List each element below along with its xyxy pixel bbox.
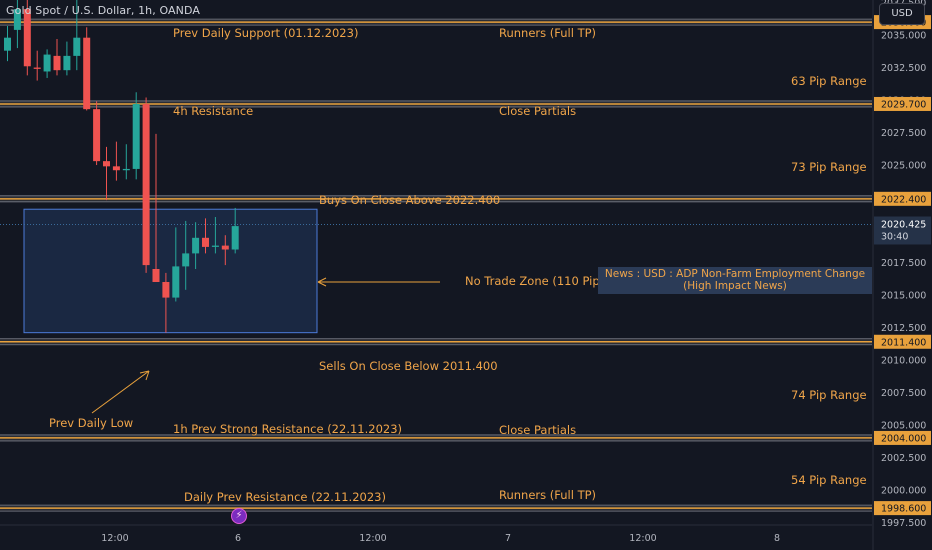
- symbol-title[interactable]: Gold Spot / U.S. Dollar, 1h, OANDA: [6, 4, 200, 17]
- annotation-resistance-4h[interactable]: 4h Resistance: [173, 104, 253, 118]
- candle[interactable]: [172, 266, 180, 298]
- candle[interactable]: [63, 55, 71, 71]
- level-price-tag-text: 2004.000: [881, 433, 926, 444]
- candle[interactable]: [4, 37, 11, 51]
- candle[interactable]: [192, 237, 200, 254]
- candle[interactable]: [182, 253, 190, 267]
- annotation-prev-daily-low[interactable]: Prev Daily Low: [49, 416, 133, 430]
- time-tick-label: 8: [774, 533, 780, 544]
- candle[interactable]: [231, 226, 239, 250]
- price-tick-label: 2015.000: [881, 290, 926, 301]
- candle[interactable]: [152, 268, 160, 282]
- price-tick-label: 2005.000: [881, 420, 926, 431]
- price-tick-label: 2032.500: [881, 63, 926, 74]
- time-tick-label: 12:00: [629, 533, 656, 544]
- price-tick-label: 2027.500: [881, 128, 926, 139]
- news-line-1: News : USD : ADP Non-Farm Employment Cha…: [604, 268, 866, 280]
- price-tick-label: 2002.500: [881, 453, 926, 464]
- time-tick-label: 12:00: [359, 533, 386, 544]
- time-tick-label: 7: [505, 533, 511, 544]
- time-tick-label: 12:00: [101, 533, 128, 544]
- annotation-close-partials-bottom[interactable]: Close Partials: [499, 423, 576, 437]
- candle[interactable]: [202, 237, 209, 247]
- price-tick-label: 2010.000: [881, 355, 926, 366]
- candle[interactable]: [33, 67, 41, 69]
- candle[interactable]: [83, 37, 91, 110]
- candle[interactable]: [122, 168, 130, 171]
- level-price-tag-text: 2022.400: [881, 194, 926, 205]
- annotation-sells-below[interactable]: Sells On Close Below 2011.400: [319, 359, 498, 373]
- price-tick-label: 1997.500: [881, 518, 926, 529]
- price-tick-label: 2007.500: [881, 388, 926, 399]
- annotation-range-73[interactable]: 73 Pip Range: [791, 160, 867, 174]
- candle[interactable]: [112, 166, 120, 171]
- candle[interactable]: [221, 245, 229, 250]
- annotation-runners-bottom[interactable]: Runners (Full TP): [499, 488, 596, 502]
- annotation-buys-above[interactable]: Buys On Close Above 2022.400: [319, 193, 500, 207]
- time-tick-label: 6: [235, 533, 241, 544]
- price-tick-label: 2035.000: [881, 31, 926, 42]
- annotation-no-trade-zone[interactable]: No Trade Zone (110 Pips): [465, 274, 610, 288]
- annotation-daily-prev-resistance[interactable]: Daily Prev Resistance (22.11.2023): [184, 490, 386, 504]
- no-trade-zone-box[interactable]: [23, 208, 318, 334]
- currency-button[interactable]: USD: [879, 3, 925, 25]
- annotation-range-74[interactable]: 74 Pip Range: [791, 388, 867, 402]
- candle[interactable]: [93, 109, 101, 162]
- annotation-prev-daily-support[interactable]: Prev Daily Support (01.12.2023): [173, 26, 358, 40]
- candle[interactable]: [162, 281, 170, 298]
- level-price-tag-text: 2011.400: [881, 337, 926, 348]
- countdown-text: 30:40: [881, 231, 908, 242]
- price-tick-label: 2012.500: [881, 323, 926, 334]
- news-label: News : USD : ADP Non-Farm Employment Cha…: [598, 267, 872, 294]
- candle[interactable]: [211, 245, 219, 247]
- price-tick-label: 2017.500: [881, 258, 926, 269]
- candle[interactable]: [73, 37, 81, 56]
- candle[interactable]: [23, 9, 31, 67]
- news-line-2: (High Impact News): [683, 280, 787, 292]
- price-tick-label: 2000.000: [881, 485, 926, 496]
- price-tick-label: 2025.000: [881, 161, 926, 172]
- candle[interactable]: [43, 54, 51, 72]
- candle[interactable]: [103, 161, 110, 167]
- annotation-close-partials-top[interactable]: Close Partials: [499, 104, 576, 118]
- lightning-icon[interactable]: ⚡: [231, 508, 247, 524]
- annotation-runners-top[interactable]: Runners (Full TP): [499, 26, 596, 40]
- annotation-range-63[interactable]: 63 Pip Range: [791, 74, 867, 88]
- candle[interactable]: [142, 103, 150, 266]
- current-price-tag-text: 2020.425: [881, 219, 926, 230]
- annotation-strong-resistance[interactable]: 1h Prev Strong Resistance (22.11.2023): [173, 422, 402, 436]
- annotation-range-54[interactable]: 54 Pip Range: [791, 473, 867, 487]
- candle[interactable]: [53, 55, 61, 71]
- candle[interactable]: [132, 103, 140, 169]
- level-price-tag-text: 1998.600: [881, 504, 926, 515]
- level-price-tag-text: 2029.700: [881, 99, 926, 110]
